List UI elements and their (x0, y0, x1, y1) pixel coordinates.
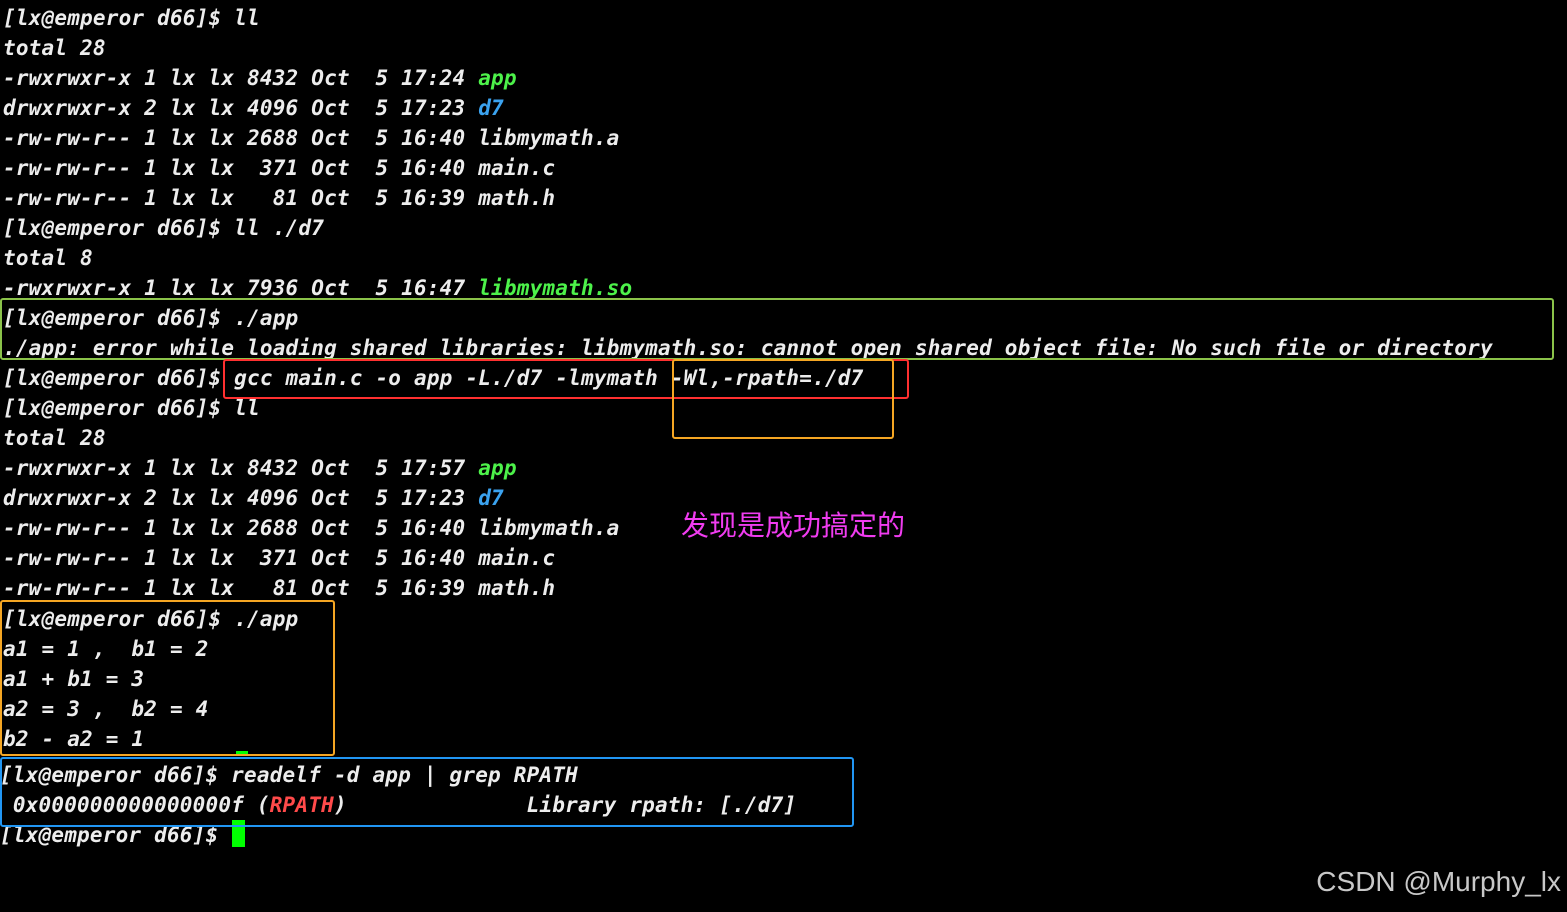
executable-name: libmymath.so (478, 276, 633, 300)
terminal-line: -rw-rw-r-- 1 lx lx 2688 Oct 5 16:40 libm… (3, 126, 620, 150)
highlight-box-rpath-flag (672, 359, 894, 439)
terminal-line: -rw-rw-r-- 1 lx lx 2688 Oct 5 16:40 libm… (3, 516, 620, 540)
terminal-line: -rw-rw-r-- 1 lx lx 371 Oct 5 16:40 main.… (3, 546, 556, 570)
terminal-line: -rwxrwxr-x 1 lx lx 8432 Oct 5 17:24 app (3, 66, 517, 90)
annotation-text: 发现是成功搞定的 (681, 509, 906, 542)
executable-name: app (478, 456, 517, 480)
terminal-line: -rw-rw-r-- 1 lx lx 371 Oct 5 16:40 main.… (3, 156, 556, 180)
terminal-line: drwxrwxr-x 2 lx lx 4096 Oct 5 17:23 d7 (3, 96, 504, 120)
directory-name: d7 (478, 486, 504, 510)
terminal-window[interactable]: [lx@emperor d66]$ ll total 28 -rwxrwxr-x… (0, 0, 1567, 912)
directory-name: d7 (478, 96, 504, 120)
highlight-box-readelf (0, 757, 854, 827)
terminal-line: [lx@emperor d66]$ ll (3, 6, 260, 30)
terminal-line: -rw-rw-r-- 1 lx lx 81 Oct 5 16:39 math.h (3, 576, 556, 600)
highlight-box-app-output (0, 600, 335, 756)
terminal-line: drwxrwxr-x 2 lx lx 4096 Oct 5 17:23 d7 (3, 486, 504, 510)
terminal-line: -rw-rw-r-- 1 lx lx 81 Oct 5 16:39 math.h (3, 186, 556, 210)
terminal-line: total 8 (3, 246, 93, 270)
highlight-box-error (0, 298, 1554, 360)
terminal-line: -rwxrwxr-x 1 lx lx 8432 Oct 5 17:57 app (3, 456, 517, 480)
terminal-line: total 28 (3, 426, 106, 450)
terminal-line: [lx@emperor d66]$ ll ./d7 (3, 216, 325, 240)
terminal-line: total 28 (3, 36, 106, 60)
watermark: CSDN @Murphy_lx (1316, 866, 1561, 897)
executable-name: app (478, 66, 517, 90)
terminal-line: [lx@emperor d66]$ ll (3, 396, 260, 420)
